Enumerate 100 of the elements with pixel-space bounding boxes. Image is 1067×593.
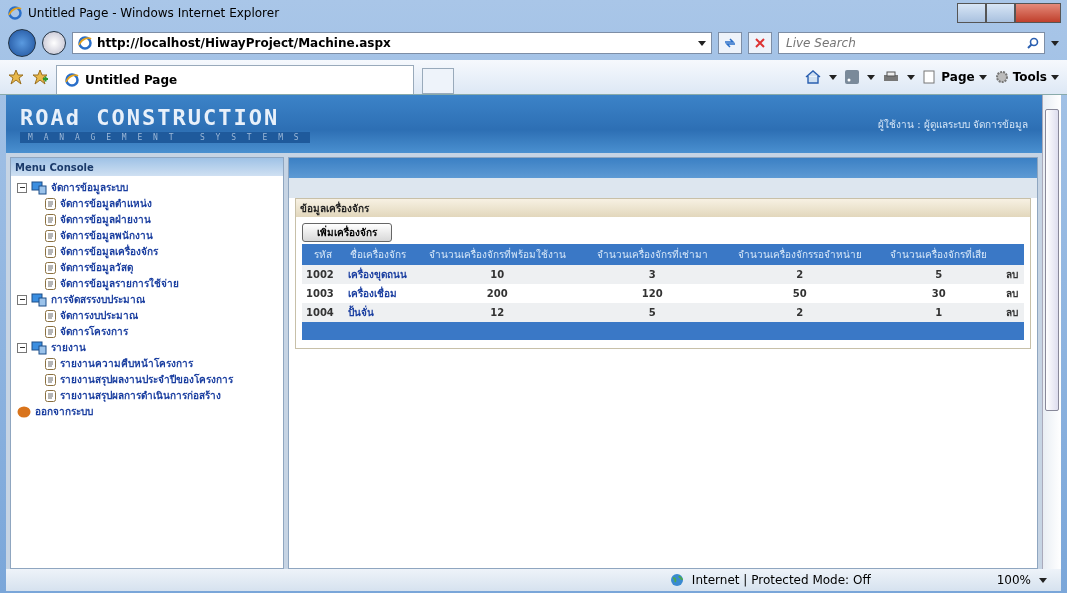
caret-icon[interactable] <box>978 74 987 80</box>
tree-item[interactable]: การจัดสรรงบประมาณ <box>51 292 145 307</box>
table-cell: ปั้นจั่น <box>344 303 413 322</box>
zoom-level[interactable]: 100% <box>996 573 1031 587</box>
table-cell: 5 <box>582 303 723 322</box>
add-favorite-icon[interactable] <box>32 69 48 85</box>
browser-icon <box>8 6 22 20</box>
page-icon <box>45 245 56 258</box>
column-header: รหัส <box>302 244 345 265</box>
table-cell: 3 <box>582 265 723 284</box>
caret-icon[interactable] <box>867 74 876 80</box>
back-button[interactable] <box>8 29 36 57</box>
tree-item[interactable]: รายงานความคืบหน้าโครงการ <box>60 356 193 371</box>
browser-icon <box>78 36 92 50</box>
table-cell: 120 <box>582 284 723 303</box>
table-cell: เครื่องเชื่อม <box>344 284 413 303</box>
caret-icon[interactable] <box>1051 40 1059 46</box>
tree-item[interactable]: จัดการข้อมูลเครื่องจักร <box>60 244 158 259</box>
tree-item[interactable]: รายงาน <box>51 340 86 355</box>
caret-icon[interactable] <box>1051 74 1059 80</box>
search-box[interactable]: Live Search <box>778 32 1045 54</box>
refresh-button[interactable] <box>718 32 742 54</box>
logout-link[interactable]: ออกจากระบบ <box>35 404 93 419</box>
caret-icon[interactable] <box>1039 577 1047 583</box>
feed-icon[interactable] <box>845 70 860 84</box>
home-icon[interactable] <box>805 70 822 84</box>
computer-icon <box>31 292 47 307</box>
page-icon <box>45 357 56 370</box>
collapse-toggle[interactable] <box>17 342 27 353</box>
collapse-toggle[interactable] <box>17 294 27 305</box>
tree-item[interactable]: จัดการโครงการ <box>60 324 128 339</box>
computer-icon <box>31 180 47 195</box>
delete-link[interactable]: ลบ <box>1006 288 1019 299</box>
column-header: จำนวนเครื่องจักรที่พร้อมใช้งาน <box>412 244 583 265</box>
address-field[interactable]: http://localhost/HiwayProject/Machine.aspx <box>72 32 712 54</box>
search-icon[interactable] <box>1027 37 1039 49</box>
collapse-toggle[interactable] <box>17 182 27 193</box>
logo-subtitle: M A N A G E M E N T S Y S T E M S <box>20 132 310 143</box>
command-menu[interactable]: Page <box>923 70 987 84</box>
table-cell: 10 <box>412 265 583 284</box>
minus-icon <box>18 296 26 303</box>
tree-item[interactable]: รายงานสรุปผลการดำเนินการก่อสร้าง <box>60 388 221 403</box>
scrollbar[interactable] <box>1042 95 1061 569</box>
table-cell: 30 <box>877 284 1001 303</box>
tree-item[interactable]: จัดการข้อมูลฝ่ายงาน <box>60 212 151 227</box>
page-icon <box>45 373 56 386</box>
command-menu[interactable]: Tools <box>994 70 1059 84</box>
computer-icon <box>31 340 47 355</box>
page-icon <box>45 309 56 322</box>
table-cell: 2 <box>722 303 878 322</box>
browser-tab[interactable]: Untitled Page <box>56 65 414 94</box>
tree-item[interactable]: รายงานสรุปผลงานประจำปีของโครงการ <box>60 372 233 387</box>
security-zone: Internet | Protected Mode: Off <box>691 573 871 587</box>
column-header: ชื่อเครื่องจักร <box>344 244 413 265</box>
minimize-button[interactable] <box>957 3 986 23</box>
page-icon <box>45 325 56 338</box>
tree-item[interactable]: จัดการข้อมูลวัสดุ <box>60 260 133 275</box>
minus-icon <box>18 184 26 191</box>
browser-icon <box>65 73 79 87</box>
search-field[interactable]: Live Search <box>784 35 1027 51</box>
close-icon <box>755 38 765 48</box>
printer-icon[interactable] <box>883 70 900 84</box>
page-icon <box>45 197 56 210</box>
minus-icon <box>18 344 26 351</box>
tree-item[interactable]: จัดการข้อมูลรายการใช้จ่าย <box>60 276 179 291</box>
page-icon <box>45 389 56 402</box>
caret-icon[interactable] <box>907 74 916 80</box>
forward-button[interactable] <box>42 31 66 55</box>
table-cell: เครื่องขุดถนน <box>344 265 413 284</box>
panel-title: ข้อมูลเครื่องจักร <box>296 199 1030 217</box>
column-header: จำนวนเครื่องจักรที่เช่ามา <box>582 244 723 265</box>
column-header: จำนวนเครื่องจักรที่เสีย <box>877 244 1001 265</box>
sidebar-title: Menu Console <box>11 158 283 176</box>
page-icon <box>45 277 56 290</box>
tree-item[interactable]: จัดการข้อมูลตำแหน่ง <box>60 196 152 211</box>
caret-icon[interactable] <box>698 40 706 46</box>
add-machine-button[interactable]: เพิ่มเครื่องจักร <box>302 223 392 242</box>
close-button[interactable] <box>1015 3 1061 23</box>
table-cell: 50 <box>722 284 878 303</box>
page-icon <box>923 70 938 84</box>
page-icon <box>45 229 56 242</box>
globe-icon <box>669 573 684 587</box>
logo-title: ROAd CONSTRUCTION <box>20 105 281 130</box>
table-cell: 1 <box>877 303 1001 322</box>
table-cell: 1002 <box>302 265 345 284</box>
table-cell: 1004 <box>302 303 345 322</box>
tree-item[interactable]: จัดการงบประมาณ <box>60 308 138 323</box>
page-icon <box>45 213 56 226</box>
star-icon[interactable] <box>8 69 24 85</box>
tree-item[interactable]: จัดการข้อมูลพนักงาน <box>60 228 153 243</box>
user-label: ผู้ใช้งาน : ผู้ดูแลระบบ จัดการข้อมูล <box>878 117 1028 132</box>
table-cell: 1003 <box>302 284 345 303</box>
caret-icon[interactable] <box>829 74 838 80</box>
tree-item[interactable]: จัดการข้อมูลระบบ <box>51 180 128 195</box>
stop-button[interactable] <box>748 32 772 54</box>
maximize-button[interactable] <box>986 3 1015 23</box>
table-cell: 200 <box>412 284 583 303</box>
table-cell: 2 <box>722 265 878 284</box>
table-cell: 5 <box>877 265 1001 284</box>
column-header: จำนวนเครื่องจักรรอจำหน่าย <box>722 244 878 265</box>
